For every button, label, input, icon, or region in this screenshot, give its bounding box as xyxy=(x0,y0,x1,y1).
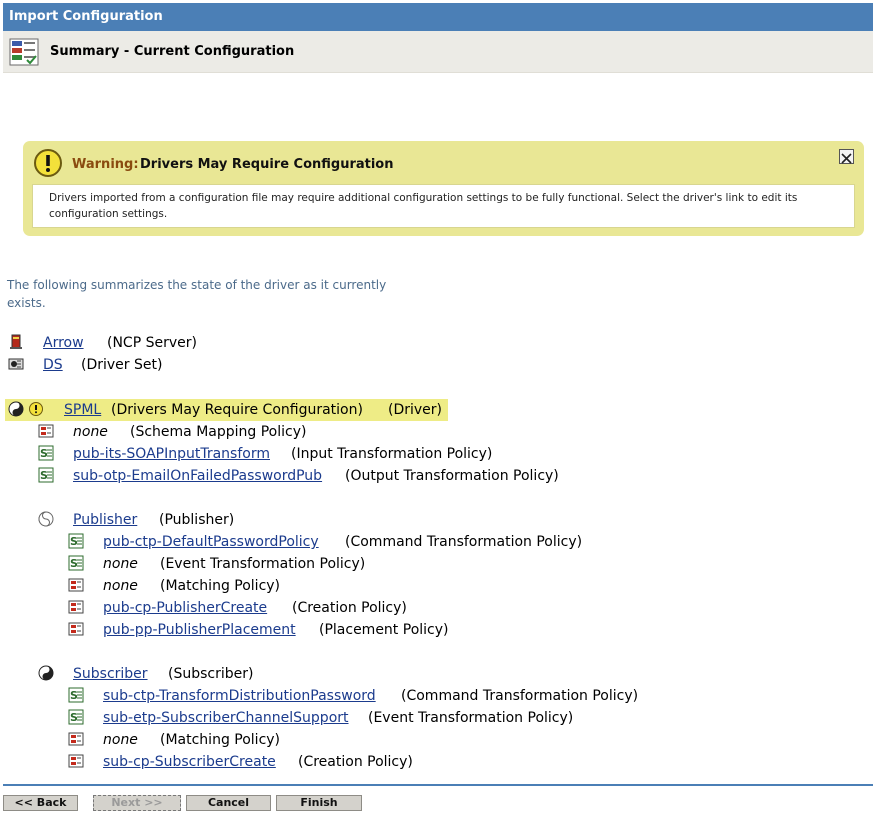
wizard-button-bar: << Back Next >> Cancel Finish xyxy=(3,784,873,814)
subscriber-link[interactable]: Subscriber xyxy=(73,663,148,685)
policy-name: none xyxy=(103,732,138,748)
publisher-icon xyxy=(38,511,54,527)
subscriber-icon xyxy=(38,665,54,681)
policy-name: none xyxy=(73,424,108,440)
svg-text:S: S xyxy=(40,447,48,460)
stylesheet-icon: S xyxy=(68,709,84,725)
policy-type: (Schema Mapping Policy) xyxy=(130,424,307,440)
subscriber-type: (Subscriber) xyxy=(168,666,254,682)
close-icon[interactable] xyxy=(839,149,854,164)
page-title: Summary - Current Configuration xyxy=(50,44,295,59)
rule-policy-icon xyxy=(68,578,84,592)
publisher-link[interactable]: Publisher xyxy=(73,509,137,531)
publisher-type: (Publisher) xyxy=(159,512,235,528)
server-link[interactable]: Arrow xyxy=(43,332,84,354)
policy-link[interactable]: sub-otp-EmailOnFailedPasswordPub xyxy=(73,465,322,487)
rule-policy-icon xyxy=(68,600,84,614)
finish-button[interactable]: Finish xyxy=(276,795,362,811)
warning-panel: Warning: Drivers May Require Configurati… xyxy=(23,141,864,236)
summary-icon xyxy=(9,38,39,66)
policy-name: none xyxy=(103,556,138,572)
server-type: (NCP Server) xyxy=(107,335,197,351)
stylesheet-icon: S xyxy=(68,687,84,703)
rule-policy-icon xyxy=(68,754,84,768)
window-title: Import Configuration xyxy=(3,3,873,31)
policy-type: (Matching Policy) xyxy=(160,732,281,748)
stylesheet-icon: S xyxy=(38,467,54,483)
driver-icon xyxy=(8,401,24,417)
policy-link[interactable]: pub-its-SOAPInputTransform xyxy=(73,443,270,465)
policy-link[interactable]: sub-etp-SubscriberChannelSupport xyxy=(103,707,349,729)
server-icon xyxy=(10,334,22,349)
policy-type: (Event Transformation Policy) xyxy=(368,710,574,726)
warning-label: Warning: xyxy=(72,157,139,172)
stylesheet-icon: S xyxy=(68,533,84,549)
policy-type: (Event Transformation Policy) xyxy=(160,556,366,572)
driverset-type: (Driver Set) xyxy=(81,357,163,373)
stylesheet-icon: S xyxy=(68,555,84,571)
driver-link[interactable]: SPML xyxy=(64,399,101,421)
policy-type: (Input Transformation Policy) xyxy=(291,446,493,462)
policy-type: (Command Transformation Policy) xyxy=(401,688,639,704)
policy-type: (Creation Policy) xyxy=(292,600,407,616)
svg-text:S: S xyxy=(70,535,78,548)
intro-text: The following summarizes the state of th… xyxy=(7,278,387,310)
policy-type: (Creation Policy) xyxy=(298,754,413,770)
policy-link[interactable]: pub-cp-PublisherCreate xyxy=(103,597,267,619)
schema-policy-icon xyxy=(38,424,54,438)
page-header: Summary - Current Configuration xyxy=(3,31,873,73)
rule-policy-icon xyxy=(68,622,84,636)
policy-link[interactable]: pub-ctp-DefaultPasswordPolicy xyxy=(103,531,319,553)
next-button[interactable]: Next >> xyxy=(93,795,181,811)
warning-message: Drivers imported from a configuration fi… xyxy=(32,184,855,228)
warning-title: Drivers May Require Configuration xyxy=(140,157,394,172)
driverset-link[interactable]: DS xyxy=(43,354,63,376)
driver-status: (Drivers May Require Configuration) xyxy=(111,402,363,418)
rule-policy-icon xyxy=(68,732,84,746)
svg-text:S: S xyxy=(70,689,78,702)
policy-link[interactable]: sub-ctp-TransformDistributionPassword xyxy=(103,685,376,707)
warning-icon xyxy=(29,402,43,416)
policy-type: (Command Transformation Policy) xyxy=(345,534,583,550)
policy-type: (Matching Policy) xyxy=(160,578,281,594)
driverset-icon xyxy=(8,358,24,370)
policy-type: (Output Transformation Policy) xyxy=(345,468,559,484)
back-button[interactable]: << Back xyxy=(3,795,78,811)
policy-link[interactable]: sub-cp-SubscriberCreate xyxy=(103,751,276,773)
svg-text:S: S xyxy=(70,711,78,724)
svg-text:S: S xyxy=(40,469,48,482)
warning-icon xyxy=(34,149,62,177)
svg-text:S: S xyxy=(70,557,78,570)
policy-type: (Placement Policy) xyxy=(319,622,449,638)
policy-name: none xyxy=(103,578,138,594)
driver-type: (Driver) xyxy=(388,402,443,418)
stylesheet-icon: S xyxy=(38,445,54,461)
cancel-button[interactable]: Cancel xyxy=(186,795,271,811)
policy-link[interactable]: pub-pp-PublisherPlacement xyxy=(103,619,296,641)
